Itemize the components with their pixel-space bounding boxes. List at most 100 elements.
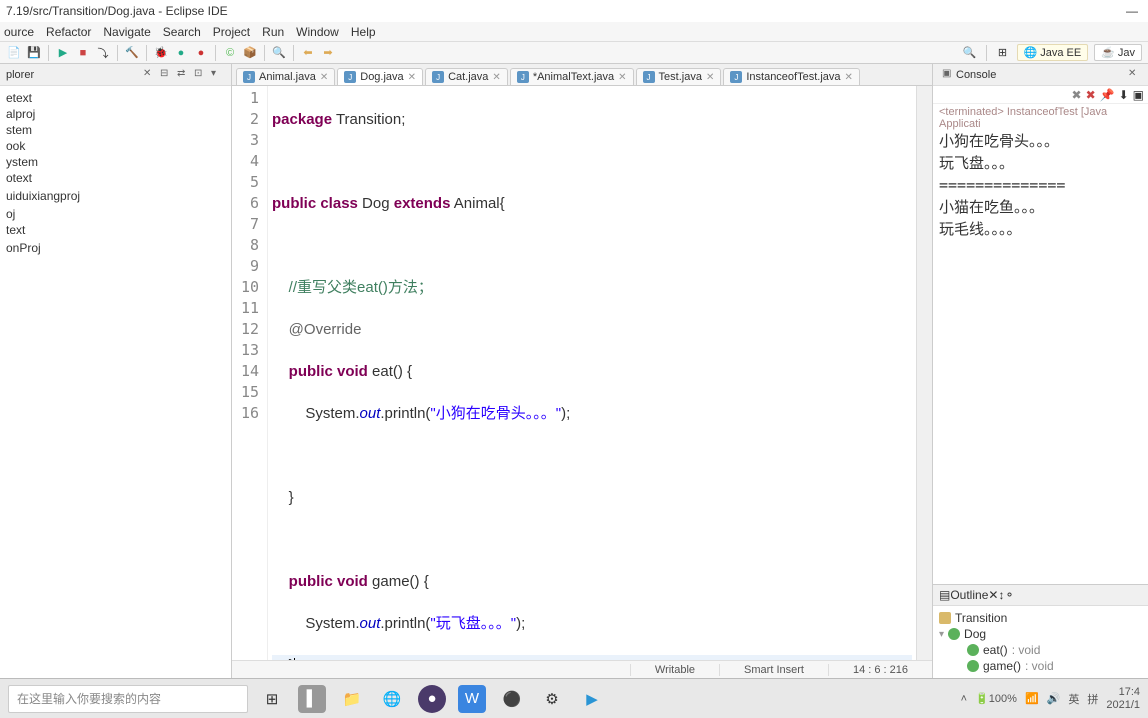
ime-indicator-2[interactable]: 拼 — [1087, 691, 1098, 707]
menu-project[interactable]: Project — [213, 25, 250, 39]
settings-icon[interactable]: ⚙ — [538, 685, 566, 713]
close-icon[interactable]: ✕ — [320, 72, 328, 83]
debug-step-icon[interactable]: ⤵ — [95, 45, 111, 61]
ime-indicator[interactable]: 英 — [1068, 691, 1079, 707]
menu-search[interactable]: Search — [163, 25, 201, 39]
outline-class[interactable]: ▾Dog — [939, 626, 1142, 642]
outline-close-icon[interactable]: ✕ — [988, 588, 998, 602]
editor-body: 12345678910111213141516 package Transiti… — [232, 86, 932, 660]
console-close-icon[interactable]: ✕ — [1128, 68, 1142, 82]
tree-item[interactable]: alproj — [6, 106, 225, 122]
debug-icon[interactable]: 🐞 — [153, 45, 169, 61]
taskbar-search-input[interactable]: 在这里输入你要搜索的内容 — [8, 685, 248, 713]
close-icon[interactable]: ✕ — [492, 72, 500, 83]
link-icon[interactable]: ⇄ — [177, 68, 191, 82]
tree-item[interactable]: uiduixiangproj — [6, 188, 225, 204]
console-clear-icon[interactable]: ✖ — [1072, 88, 1082, 102]
tree-item[interactable]: ystem — [6, 154, 225, 170]
tree-item[interactable]: oj — [6, 206, 225, 222]
eclipse-icon[interactable]: ● — [418, 685, 446, 713]
close-icon[interactable]: ✕ — [408, 72, 416, 83]
build-icon[interactable]: 🔨 — [124, 45, 140, 61]
tree-item[interactable]: etext — [6, 90, 225, 106]
tab-animal[interactable]: JAnimal.java✕ — [236, 68, 335, 85]
search-icon[interactable]: 🔍 — [271, 45, 287, 61]
code-editor[interactable]: package Transition; public class Dog ext… — [268, 86, 916, 660]
package-icon — [939, 612, 951, 624]
outline-filter-icon[interactable]: ⚬ — [1004, 588, 1014, 602]
close-icon[interactable]: ✕ — [706, 72, 714, 83]
collapse-icon[interactable]: ⊟ — [160, 68, 174, 82]
explorer-close-icon[interactable]: ✕ — [143, 68, 157, 82]
menu-run[interactable]: Run — [262, 25, 284, 39]
tray-chevron-icon[interactable]: ˄ — [961, 693, 967, 705]
tab-instanceof[interactable]: JInstanceofTest.java✕ — [723, 68, 860, 85]
debug-stop-icon[interactable]: ■ — [75, 45, 91, 61]
status-insert: Smart Insert — [719, 664, 828, 676]
video-editor-icon[interactable]: ▶ — [578, 685, 606, 713]
tab-cat[interactable]: JCat.java✕ — [425, 68, 508, 85]
status-writable: Writable — [630, 664, 719, 676]
focus-icon[interactable]: ⊡ — [194, 68, 208, 82]
wps-icon[interactable]: W — [458, 685, 486, 713]
open-perspective-icon[interactable]: ⊞ — [995, 45, 1011, 61]
tab-animaltext[interactable]: J*AnimalText.java✕ — [510, 68, 634, 85]
menu-help[interactable]: Help — [351, 25, 376, 39]
outline-method-game[interactable]: game() : void — [939, 658, 1142, 674]
explorer-tree[interactable]: etext alproj stem ook ystem otext uiduix… — [0, 86, 231, 678]
menu-source[interactable]: ource — [4, 25, 34, 39]
new-icon[interactable]: 📄 — [6, 45, 22, 61]
tree-item[interactable]: onProj — [6, 240, 225, 256]
tab-test[interactable]: JTest.java✕ — [636, 68, 722, 85]
file-explorer-icon[interactable]: 📁 — [338, 685, 366, 713]
outline-tree[interactable]: Transition ▾Dog eat() : void game() : vo… — [933, 606, 1148, 678]
menu-window[interactable]: Window — [296, 25, 339, 39]
console-output[interactable]: <terminated> InstanceofTest [Java Applic… — [933, 104, 1148, 584]
explorer-title: plorer — [6, 69, 140, 81]
window-titlebar: 7.19/src/Transition/Dog.java - Eclipse I… — [0, 0, 1148, 22]
method-icon — [967, 644, 979, 656]
battery-icon[interactable]: 🔋100% — [975, 692, 1017, 705]
tree-item[interactable]: stem — [6, 122, 225, 138]
outline-method-eat[interactable]: eat() : void — [939, 642, 1142, 658]
perspective-java[interactable]: ☕ Jav — [1094, 44, 1142, 61]
chrome-icon[interactable]: 🌐 — [378, 685, 406, 713]
console-title: Console — [956, 69, 1125, 81]
editor-scrollbar[interactable] — [916, 86, 932, 660]
console-remove-icon[interactable]: ✖ — [1086, 88, 1096, 102]
menu-icon[interactable]: ▾ — [211, 68, 225, 82]
task-view-icon[interactable]: ⊞ — [258, 685, 286, 713]
tree-item[interactable]: text — [6, 222, 225, 238]
obs-icon[interactable]: ⚫ — [498, 685, 526, 713]
close-icon[interactable]: ✕ — [845, 72, 853, 83]
console-scroll-icon[interactable]: ⬇ — [1119, 88, 1129, 102]
new-pkg-icon[interactable]: 📦 — [242, 45, 258, 61]
access-icon[interactable]: 🔍 — [962, 45, 978, 61]
chevron-down-icon[interactable]: ▾ — [939, 629, 944, 640]
run-icon[interactable]: ● — [173, 45, 189, 61]
nav-back-icon[interactable]: ⬅ — [300, 45, 316, 61]
wifi-icon[interactable]: 📶 — [1025, 692, 1039, 705]
app-generic-icon[interactable]: ▌ — [298, 685, 326, 713]
tray-clock[interactable]: 17:4 2021/1 — [1106, 686, 1140, 710]
debug-run-icon[interactable]: ▶ — [55, 45, 71, 61]
close-icon[interactable]: ✕ — [618, 72, 626, 83]
main-area: plorer ✕ ⊟ ⇄ ⊡ ▾ etext alproj stem ook y… — [0, 64, 1148, 678]
minimize-button[interactable]: — — [1126, 4, 1138, 18]
console-pin-icon[interactable]: 📌 — [1100, 88, 1115, 102]
nav-fwd-icon[interactable]: ➡ — [320, 45, 336, 61]
new-class-icon[interactable]: © — [222, 45, 238, 61]
tree-item[interactable]: otext — [6, 170, 225, 186]
tab-dog[interactable]: JDog.java✕ — [337, 68, 423, 85]
volume-icon[interactable]: 🔊 — [1047, 692, 1061, 705]
editor-area: JAnimal.java✕ JDog.java✕ JCat.java✕ J*An… — [232, 64, 932, 678]
outline-package[interactable]: Transition — [939, 610, 1142, 626]
menu-navigate[interactable]: Navigate — [103, 25, 150, 39]
tree-item[interactable]: ook — [6, 138, 225, 154]
save-icon[interactable]: 💾 — [26, 45, 42, 61]
perspective-javaee[interactable]: 🌐 Java EE — [1017, 44, 1089, 61]
run-ext-icon[interactable]: ● — [193, 45, 209, 61]
menu-refactor[interactable]: Refactor — [46, 25, 91, 39]
line-gutter: 12345678910111213141516 — [232, 86, 268, 660]
console-open-icon[interactable]: ▣ — [1133, 88, 1144, 102]
